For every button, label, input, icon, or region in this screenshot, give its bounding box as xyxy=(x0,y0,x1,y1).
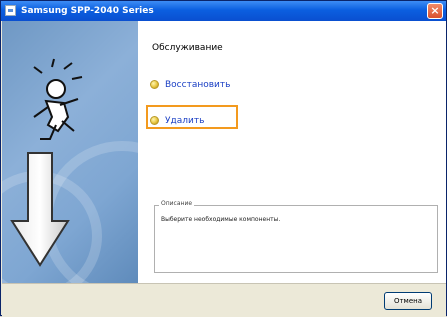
title-bar[interactable]: Samsung SPP-2040 Series × xyxy=(1,1,446,21)
wizard-side-panel xyxy=(2,21,138,283)
repair-option-label[interactable]: Восстановить xyxy=(165,80,230,90)
description-label: Описание xyxy=(159,200,195,207)
remove-option-label[interactable]: Удалить xyxy=(165,116,204,126)
close-icon: × xyxy=(430,4,440,17)
close-button[interactable]: × xyxy=(427,3,443,19)
bullet-icon xyxy=(150,80,159,89)
window-title: Samsung SPP-2040 Series xyxy=(21,6,154,16)
page-heading: Обслуживание xyxy=(152,43,223,53)
description-text: Выберите необходимые компоненты. xyxy=(161,216,281,223)
button-bar: Отмена xyxy=(2,283,446,317)
down-arrow-icon xyxy=(10,152,70,267)
installer-window: Samsung SPP-2040 Series × Обслуживание В… xyxy=(0,0,447,317)
description-box: Описание Выберите необходимые компоненты… xyxy=(154,200,438,273)
bullet-icon xyxy=(150,116,159,125)
cancel-button[interactable]: Отмена xyxy=(384,292,432,310)
app-icon xyxy=(5,5,16,16)
remove-option[interactable]: Удалить xyxy=(150,113,204,129)
repair-option[interactable]: Восстановить xyxy=(150,77,230,93)
content-panel: Обслуживание Восстановить Удалить Описан… xyxy=(138,21,446,283)
